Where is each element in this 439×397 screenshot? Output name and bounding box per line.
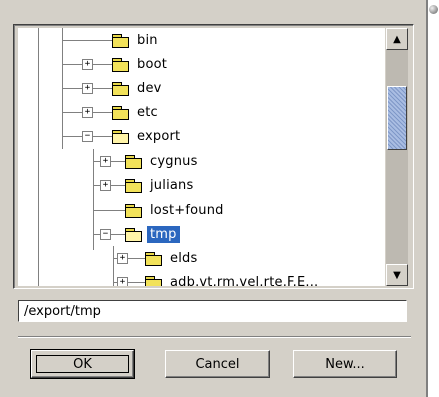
tree-item-cygnus[interactable]: cygnus [125,149,201,173]
up-arrow-icon: ▲ [393,33,401,45]
tree-item-label: tmp [147,225,180,243]
tree-item-lost-found[interactable]: lost+found [125,198,227,222]
folder-icon [112,33,129,48]
expand-icon[interactable]: + [82,107,93,118]
folder-icon [145,275,162,286]
cancel-button[interactable]: Cancel [165,350,270,378]
folder-icon [125,154,142,169]
open-folder-icon [112,129,129,144]
tree-item-label: dev [137,80,162,96]
expand-icon[interactable]: + [100,156,111,167]
path-input[interactable] [18,300,407,322]
directory-tree[interactable]: bin + boot + dev + etc − export + cygnus… [18,28,385,286]
tree-item-export[interactable]: export [112,124,183,148]
tree-item-julians[interactable]: julians [125,173,196,197]
expand-icon[interactable]: + [82,59,93,70]
expand-icon[interactable]: + [117,277,128,286]
tree-item-label: cygnus [150,153,198,169]
tree-item-etc[interactable]: etc [112,100,161,124]
tree-item-label: bin [137,32,158,48]
tree-item-label: elds [170,250,198,266]
default-focus-ring [36,355,129,373]
folder-icon [112,81,129,96]
tree-connector [38,28,39,286]
tree-item-label: etc [137,104,158,120]
tree-item-dev[interactable]: dev [112,76,165,100]
directory-dialog: bin + boot + dev + etc − export + cygnus… [0,0,428,397]
tree-item-tmp[interactable]: tmp [125,222,180,246]
separator [18,336,411,338]
open-folder-icon [125,227,142,242]
folder-icon [112,105,129,120]
dialog-border [426,0,428,397]
expand-icon[interactable]: + [100,180,111,191]
folder-icon [145,251,162,266]
folder-icon [112,57,129,72]
scroll-up-button[interactable]: ▲ [386,28,408,50]
tree-item-label: lost+found [150,202,224,218]
tree-connector [62,40,112,41]
expand-icon[interactable]: + [82,83,93,94]
scroll-down-button[interactable]: ▼ [386,264,408,286]
tree-item-label: export [137,128,181,144]
tree-connector [93,210,125,211]
folder-icon [125,203,142,218]
tree-item-clipped[interactable]: adb.vt.rm.vel.rte.F.E... [145,270,321,286]
tree-item-label: julians [150,177,194,193]
collapse-icon[interactable]: − [100,229,111,240]
tree-item-label: adb.vt.rm.vel.rte.F.E... [170,274,319,287]
tree-item-bin[interactable]: bin [112,28,161,52]
folder-icon [125,178,142,193]
tree-item-boot[interactable]: boot [112,52,170,76]
new-button[interactable]: New... [293,350,397,378]
ok-button[interactable]: OK [30,349,135,379]
tree-item-elds[interactable]: elds [145,246,200,270]
new-button-label: New... [325,356,365,372]
cancel-button-label: Cancel [195,356,240,372]
tree-connector [113,246,114,286]
scroll-track[interactable] [386,50,408,264]
tree-item-label: boot [137,56,168,72]
collapse-icon[interactable]: − [82,131,93,142]
close-icon[interactable] [429,5,438,14]
expand-icon[interactable]: + [117,253,128,264]
down-arrow-icon: ▼ [393,269,401,281]
scroll-thumb[interactable] [387,86,407,150]
tree-scrollbar[interactable]: ▲ ▼ [386,28,408,286]
